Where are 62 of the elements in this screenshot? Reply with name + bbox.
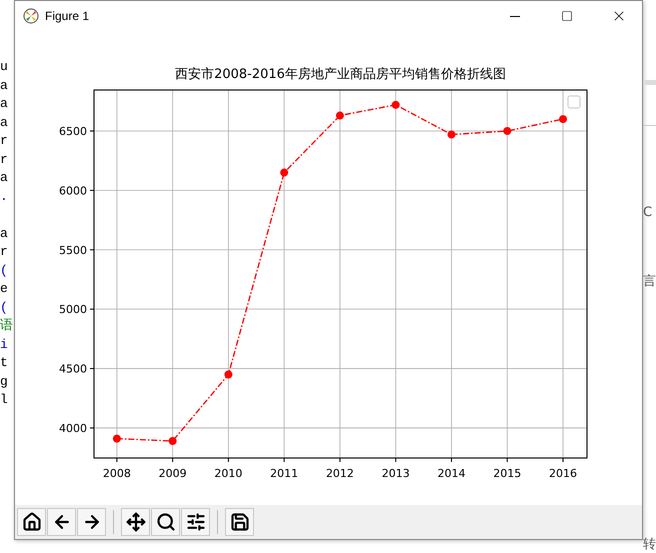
data-point bbox=[224, 370, 232, 378]
code-fragment: g bbox=[0, 374, 8, 388]
back-button[interactable] bbox=[47, 508, 76, 536]
data-point bbox=[280, 168, 288, 177]
y-tick-label: 6500 bbox=[59, 124, 87, 138]
code-fragment: a bbox=[0, 78, 8, 92]
code-fragment: e bbox=[0, 281, 8, 296]
save-button[interactable] bbox=[225, 508, 254, 536]
code-fragment: r bbox=[0, 244, 8, 259]
code-fragment: a bbox=[0, 170, 8, 185]
x-tick-label: 2011 bbox=[270, 467, 298, 480]
code-fragment: r bbox=[0, 152, 8, 166]
code-fragment: i bbox=[0, 336, 8, 352]
x-tick-label: 2014 bbox=[437, 467, 466, 480]
home-button[interactable] bbox=[17, 508, 46, 536]
data-point bbox=[392, 100, 400, 109]
data-point bbox=[503, 126, 512, 135]
zoom-icon bbox=[156, 512, 176, 532]
code-fragment: . bbox=[0, 188, 8, 204]
code-fragment: a bbox=[0, 114, 8, 130]
save-icon bbox=[230, 512, 250, 532]
code-fragment: t bbox=[0, 355, 8, 370]
code-fragment: 语 bbox=[0, 318, 13, 333]
chart-title: 西安市2008-2016年房地产业商品房平均销售价格折线图 bbox=[175, 67, 506, 82]
sliders-icon bbox=[186, 512, 206, 532]
code-fragment: l bbox=[0, 392, 8, 407]
code-fragment: ( bbox=[0, 262, 8, 278]
data-point bbox=[168, 437, 177, 446]
forward-button[interactable] bbox=[77, 508, 106, 536]
code-fragment: C bbox=[643, 205, 654, 220]
x-tick-label: 2013 bbox=[382, 467, 410, 480]
data-point bbox=[559, 115, 568, 124]
x-tick-label: 2012 bbox=[326, 467, 354, 480]
code-fragment: u bbox=[0, 59, 8, 74]
move-icon bbox=[126, 512, 146, 532]
maximize-icon bbox=[561, 10, 573, 22]
configure-button[interactable] bbox=[181, 508, 210, 536]
home-icon bbox=[22, 512, 42, 532]
data-point bbox=[112, 434, 121, 443]
y-tick-label: 5000 bbox=[59, 303, 87, 316]
code-fragment: a bbox=[0, 96, 8, 111]
data-point bbox=[447, 130, 456, 139]
x-tick-label: 2009 bbox=[158, 467, 187, 480]
y-tick-label: 5500 bbox=[59, 244, 87, 257]
x-tick-label: 2016 bbox=[549, 467, 578, 480]
data-point bbox=[336, 112, 344, 120]
code-fragment: 言 bbox=[643, 273, 656, 290]
x-tick-label: 2015 bbox=[493, 467, 522, 480]
x-tick-label: 2008 bbox=[102, 467, 131, 480]
background-panel-bar bbox=[643, 80, 656, 84]
code-fragment: a bbox=[0, 226, 8, 240]
y-tick-label: 4000 bbox=[59, 422, 87, 435]
app-logo-icon bbox=[23, 8, 39, 24]
code-fragment: r bbox=[0, 133, 8, 148]
pan-button[interactable] bbox=[121, 508, 150, 536]
x-tick-label: 2010 bbox=[214, 467, 242, 480]
code-fragment: ( bbox=[0, 300, 8, 314]
window-title: Figure 1 bbox=[45, 9, 90, 23]
y-tick-label: 4500 bbox=[59, 362, 87, 376]
code-fragment: 转 bbox=[643, 536, 656, 553]
y-tick-label: 6000 bbox=[59, 184, 87, 198]
zoom-button[interactable] bbox=[151, 508, 180, 536]
